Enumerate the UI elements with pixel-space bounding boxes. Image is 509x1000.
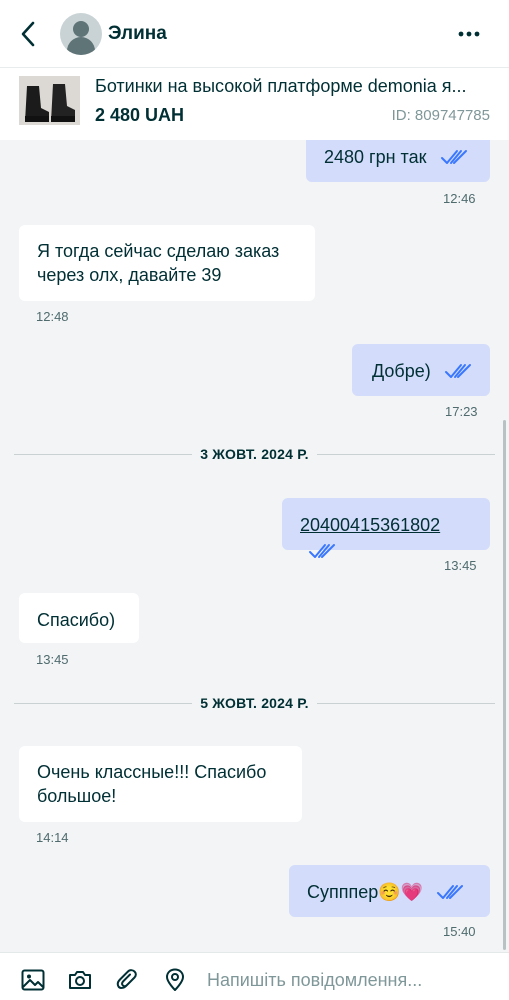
double-check-icon (309, 543, 335, 558)
message-text-line: через олх, давайте 39 (37, 265, 222, 285)
message-text: Спасибо) (37, 610, 116, 631)
avatar[interactable] (60, 12, 102, 55)
message-composer (0, 952, 509, 1000)
image-icon (21, 969, 45, 991)
message-outgoing: 2480 грн так (306, 140, 490, 182)
double-check-icon (437, 885, 464, 900)
chat-header: Элина (0, 0, 509, 68)
listing-card[interactable]: Ботинки на высокой платформе demonia я..… (0, 68, 509, 140)
camera-button[interactable] (67, 967, 93, 993)
paperclip-icon (116, 969, 137, 989)
message-time: 14:14 (36, 830, 69, 845)
message-time: 12:46 (443, 191, 476, 206)
chevron-left-icon (21, 21, 35, 46)
message-text-line: Очень классные!!! Спасибо (37, 762, 267, 782)
message-outgoing: Супппер☺️💗 (289, 865, 490, 917)
message-time: 12:48 (36, 309, 69, 324)
attach-button[interactable] (114, 967, 140, 993)
double-check-icon (440, 150, 467, 165)
listing-title: Ботинки на высокой платформе demonia я..… (95, 76, 467, 96)
message-text: 2480 грн так (324, 147, 427, 168)
message-outgoing: Добре) (352, 344, 490, 396)
message-time: 15:40 (443, 924, 476, 939)
more-options-button[interactable] (457, 22, 481, 46)
contact-name[interactable]: Элина (108, 23, 167, 45)
message-list[interactable]: 2480 грн так 12:46 Я тогда сейчас сделаю… (0, 140, 509, 952)
date-separator: 5 ЖОВТ. 2024 Р. (14, 693, 495, 713)
scrollbar[interactable] (503, 420, 506, 950)
message-outgoing: 20400415361802 (282, 498, 490, 558)
double-check-icon (444, 364, 471, 379)
message-time: 17:23 (445, 404, 478, 419)
location-pin-icon (166, 968, 184, 991)
more-horizontal-icon (458, 31, 480, 37)
date-label: 5 ЖОВТ. 2024 Р. (200, 695, 309, 711)
location-button[interactable] (162, 967, 188, 993)
message-text-line: Я тогда сейчас сделаю заказ (37, 241, 280, 261)
message-time: 13:45 (36, 652, 69, 667)
message-incoming: Спасибо) (19, 593, 139, 643)
tracking-number-link[interactable]: 20400415361802 (300, 513, 440, 537)
message-incoming: Я тогда сейчас сделаю заказ через олх, д… (19, 225, 315, 301)
listing-thumbnail (19, 76, 80, 125)
camera-icon (69, 971, 91, 989)
message-text-line: большое! (37, 786, 117, 806)
image-button[interactable] (20, 967, 46, 993)
listing-price: 2 480 UAH (95, 105, 185, 125)
message-input[interactable] (207, 967, 497, 993)
message-time: 13:45 (444, 558, 477, 573)
listing-id: ID: 809747785 (391, 107, 490, 124)
date-label: 3 ЖОВТ. 2024 Р. (200, 446, 309, 462)
back-button[interactable] (0, 0, 56, 68)
message-text: Добре) (372, 361, 431, 382)
message-incoming: Очень классные!!! Спасибо большое! (19, 746, 302, 822)
date-separator: 3 ЖОВТ. 2024 Р. (14, 444, 495, 464)
message-text: Супппер☺️💗 (307, 882, 424, 903)
